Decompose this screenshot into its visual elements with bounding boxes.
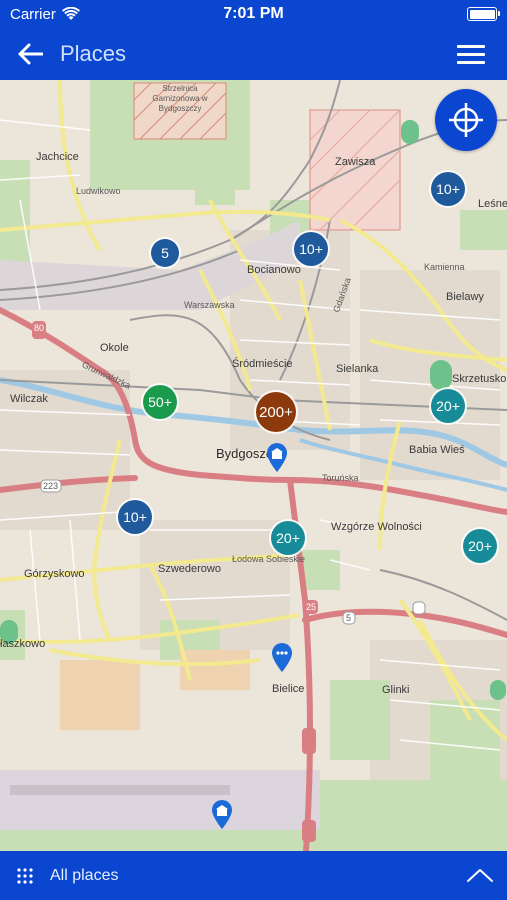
- crosshair-target-icon: [449, 103, 483, 137]
- map-tiles: [0, 80, 507, 851]
- cluster-marker[interactable]: 20+: [463, 529, 497, 563]
- page-title: Places: [60, 41, 127, 66]
- cluster-marker[interactable]: 200+: [256, 392, 296, 432]
- cluster-marker[interactable]: 20+: [431, 389, 465, 423]
- bottom-bar: All places: [0, 851, 507, 900]
- cluster-marker[interactable]: 50+: [143, 385, 177, 419]
- cluster-marker[interactable]: 10+: [118, 500, 152, 534]
- carrier-label: Carrier: [10, 5, 56, 23]
- dots-icon: [276, 651, 288, 655]
- hamburger-menu-icon: [457, 44, 485, 48]
- cluster-marker[interactable]: 5: [151, 239, 179, 267]
- info-pin[interactable]: [271, 643, 293, 673]
- menu-button[interactable]: [457, 41, 485, 67]
- status-left: Carrier: [10, 6, 80, 23]
- nav-bar: Places: [0, 28, 507, 80]
- expand-button[interactable]: [465, 861, 495, 889]
- status-bar: Carrier 7:01 PM: [0, 0, 507, 28]
- arrow-left-icon: [18, 43, 43, 65]
- all-places-grid-button[interactable]: [0, 851, 50, 900]
- all-places-label[interactable]: All places: [50, 867, 118, 885]
- grid-dots-icon: [17, 867, 33, 884]
- battery-icon: [467, 7, 500, 21]
- airport-pin[interactable]: [211, 800, 233, 830]
- map-view[interactable]: Jachcice Zawisza Leśne Bocianowo Bielawy…: [0, 80, 507, 851]
- back-button[interactable]: [0, 28, 60, 80]
- cluster-marker[interactable]: 10+: [431, 172, 465, 206]
- chevron-up-icon: [467, 869, 493, 882]
- wifi-icon: [61, 7, 80, 20]
- cluster-marker[interactable]: 20+: [271, 521, 305, 555]
- city-landmark-pin[interactable]: [266, 443, 288, 473]
- status-time: 7:01 PM: [223, 5, 284, 22]
- locate-me-button[interactable]: [435, 89, 497, 151]
- cluster-marker[interactable]: 10+: [294, 232, 328, 266]
